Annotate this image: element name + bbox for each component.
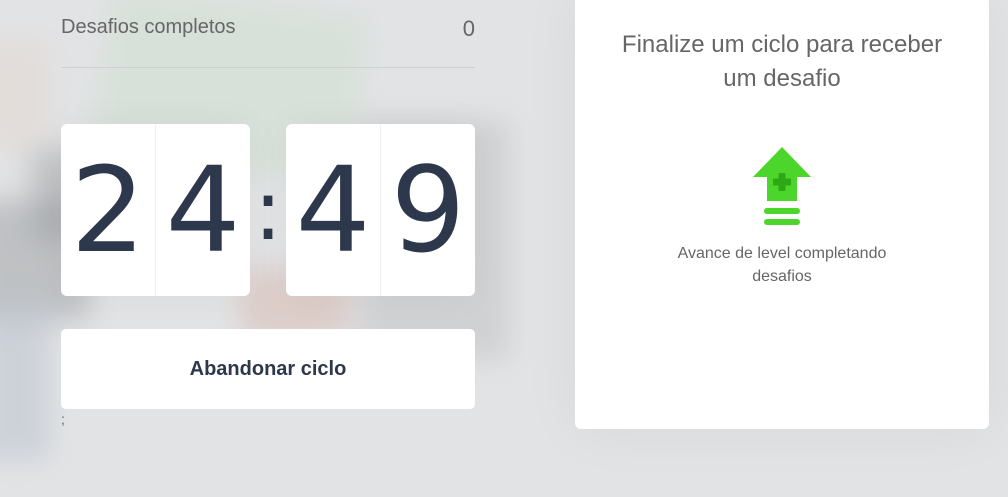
second-tens-digit: 4 xyxy=(295,141,371,279)
abandon-cycle-button[interactable]: Abandonar ciclo xyxy=(61,329,475,409)
challenge-box-description: Avance de level completando desafios xyxy=(677,245,887,285)
seconds-box: 4 9 xyxy=(286,124,475,296)
minute-tens-digit: 2 xyxy=(70,141,146,279)
minutes-box: 2 4 xyxy=(61,124,250,296)
countdown-timer: 2 4 : 4 9 xyxy=(61,124,475,296)
completed-challenges-label: Desafios completos xyxy=(61,16,236,38)
minute-ones-digit: 4 xyxy=(155,124,250,296)
completed-challenges: Desafios completos 0 xyxy=(61,16,475,68)
timer-separator: : xyxy=(253,161,283,259)
level-up-icon xyxy=(753,147,811,226)
second-ones-digit: 9 xyxy=(380,124,475,296)
stray-text: ; xyxy=(61,411,65,427)
challenge-box: Finalize um ciclo para receber um desafi… xyxy=(575,0,989,429)
completed-challenges-count: 0 xyxy=(462,16,475,41)
challenge-box-title: Finalize um ciclo para receber um desafi… xyxy=(621,31,943,92)
